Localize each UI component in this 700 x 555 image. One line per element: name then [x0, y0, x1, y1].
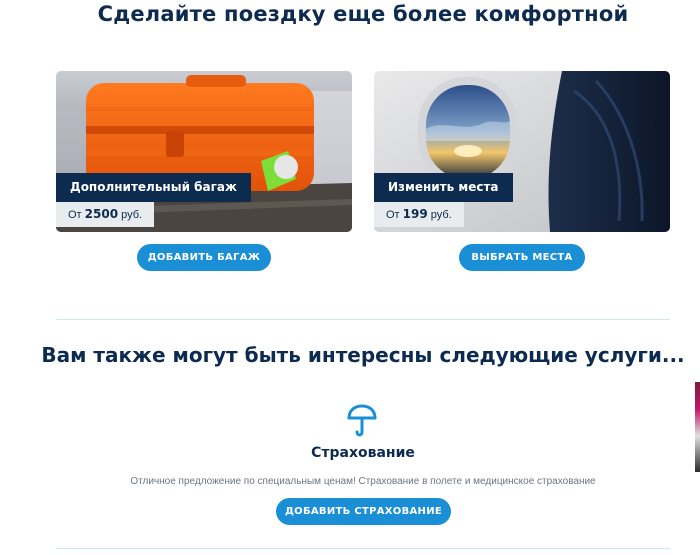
extra-luggage-card: Дополнительный багаж От 2500 руб. — [56, 71, 352, 232]
add-insurance-button[interactable]: ДОБАВИТЬ СТРАХОВАНИЕ — [276, 498, 451, 525]
price-currency: руб. — [430, 209, 452, 221]
price-amount: 2500 — [84, 207, 119, 221]
comfort-section-title: Сделайте поездку еще более комфортной — [97, 2, 629, 26]
add-luggage-button[interactable]: ДОБАВИТЬ БАГАЖ — [137, 244, 271, 271]
page: Сделайте поездку еще более комфортной До… — [0, 0, 700, 555]
price-amount: 199 — [402, 207, 428, 221]
services-section-title: Вам также могут быть интересны следующие… — [41, 343, 685, 367]
bottom-divider — [56, 548, 670, 549]
umbrella-icon — [347, 404, 377, 437]
insurance-description: Отличное предложение по специальным цена… — [130, 476, 596, 487]
change-seats-card: Изменить места От 199 руб. — [374, 71, 670, 232]
side-edge-strip — [695, 382, 700, 472]
extra-luggage-price: От 2500 руб. — [56, 202, 155, 227]
price-prefix: От — [386, 209, 400, 221]
section-divider — [56, 319, 670, 320]
choose-seats-button[interactable]: ВЫБРАТЬ МЕСТА — [459, 244, 585, 271]
insurance-title: Страхование — [311, 445, 415, 461]
price-currency: руб. — [121, 209, 143, 221]
price-prefix: От — [68, 209, 82, 221]
change-seats-label: Изменить места — [374, 173, 513, 202]
extra-luggage-label: Дополнительный багаж — [56, 173, 251, 202]
change-seats-price: От 199 руб. — [374, 202, 464, 227]
